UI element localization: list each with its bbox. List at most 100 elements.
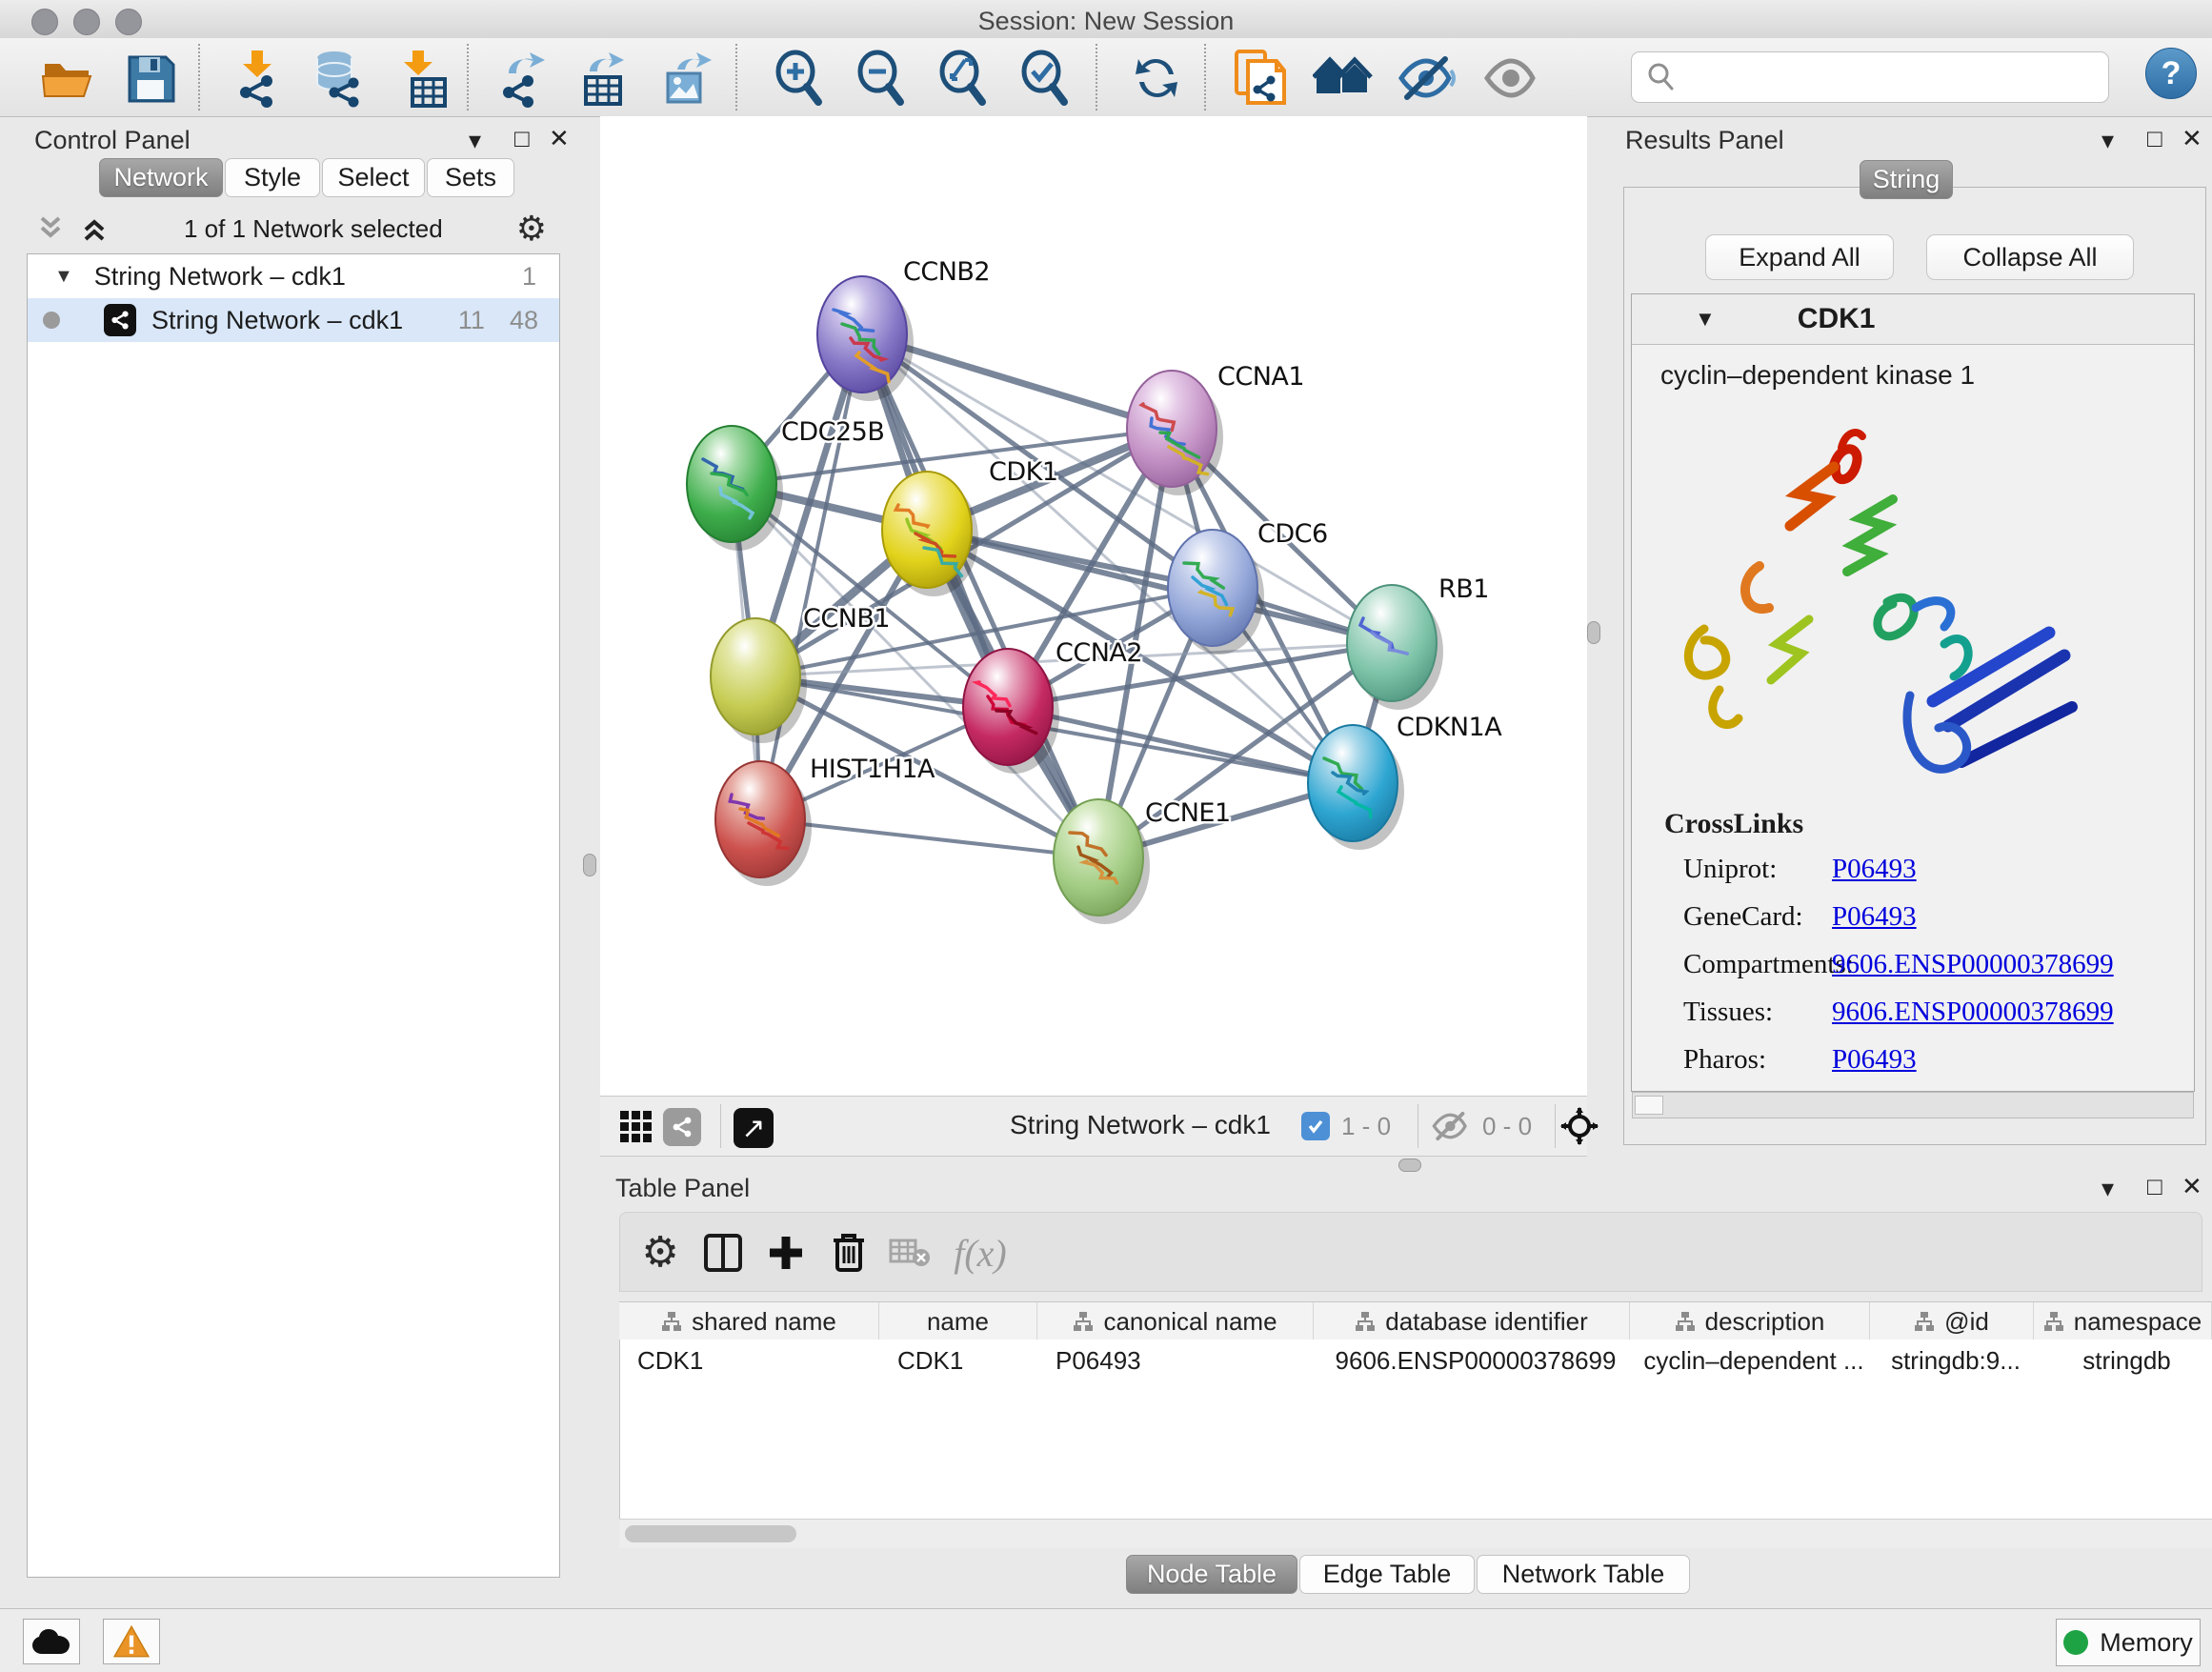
results-scrollbar[interactable] — [1632, 1092, 2194, 1118]
table-scrollbar-thumb[interactable] — [625, 1525, 796, 1542]
table-row[interactable]: CDK1CDK1P064939606.ENSP00000378699cyclin… — [620, 1340, 2212, 1381]
zoom-in-button[interactable] — [768, 48, 829, 109]
table-settings-button[interactable]: ⚙ — [633, 1226, 687, 1279]
hidden-eye-slash-icon[interactable] — [1431, 1110, 1471, 1142]
warnings-button[interactable] — [103, 1619, 160, 1664]
tab-select[interactable]: Select — [322, 158, 425, 197]
save-session-button[interactable] — [120, 48, 181, 109]
table-cell[interactable]: stringdb:9... — [1871, 1346, 2035, 1376]
table-cell[interactable]: CDK1 — [620, 1346, 880, 1376]
delete-table-button[interactable] — [883, 1226, 936, 1279]
node-CCNA1[interactable]: CCNA1 — [1127, 362, 1304, 495]
collection-disclosure-icon[interactable]: ▼ — [54, 266, 73, 288]
results-scrollbar-thumb[interactable] — [1635, 1096, 1663, 1115]
delete-column-button[interactable] — [822, 1226, 875, 1279]
collapse-all-networks-icon[interactable] — [34, 214, 67, 243]
tab-network-table[interactable]: Network Table — [1477, 1555, 1690, 1594]
table-cell[interactable]: 9606.ENSP00000378699 — [1315, 1346, 1631, 1376]
grid-view-icon[interactable] — [619, 1110, 654, 1144]
node-CCNB2[interactable]: CCNB2 — [817, 257, 990, 401]
collapse-all-button[interactable]: Collapse All — [1926, 234, 2134, 280]
gene-header[interactable]: ▼ CDK1 — [1632, 294, 2194, 345]
column-header-canonical-name[interactable]: canonical name — [1037, 1302, 1314, 1340]
control-panel-close-icon[interactable]: ✕ — [549, 126, 570, 151]
control-panel-menu-icon[interactable]: ▾ — [469, 128, 481, 152]
right-splitter-handle[interactable] — [1587, 621, 1600, 644]
results-panel-close-icon[interactable]: ✕ — [2182, 126, 2202, 151]
node-RB1[interactable]: RB1 — [1347, 574, 1489, 710]
show-all-button[interactable] — [1480, 48, 1541, 109]
tab-style[interactable]: Style — [225, 158, 320, 197]
table-panel-close-icon[interactable]: ✕ — [2182, 1174, 2202, 1199]
control-panel-float-icon[interactable]: □ — [514, 126, 530, 151]
table-scrollbar[interactable] — [619, 1519, 2212, 1548]
apply-layout-button[interactable] — [1126, 48, 1187, 109]
crosslink-link[interactable]: P06493 — [1832, 901, 1917, 933]
network-collection-row[interactable]: ▼ String Network – cdk1 1 — [28, 254, 559, 298]
function-builder-button[interactable]: f(x) — [940, 1226, 1020, 1279]
column-header-namespace[interactable]: namespace — [2034, 1302, 2212, 1340]
open-session-button[interactable] — [36, 48, 97, 109]
node-HIST1H1A[interactable]: HIST1H1A — [715, 755, 935, 886]
node-CDC6[interactable]: CDC6 — [1168, 519, 1328, 655]
node-CDKN1A[interactable]: CDKN1A — [1308, 713, 1502, 850]
tab-edge-table[interactable]: Edge Table — [1299, 1555, 1475, 1594]
table-cell[interactable]: stringdb — [2035, 1346, 2212, 1376]
crosslink-link[interactable]: 9606.ENSP00000378699 — [1832, 949, 2114, 980]
string-copy-network-button[interactable] — [1229, 48, 1290, 109]
cloud-status-button[interactable] — [23, 1619, 80, 1664]
tab-sets[interactable]: Sets — [427, 158, 514, 197]
export-image-button[interactable] — [657, 48, 718, 109]
first-neighbors-button[interactable] — [1313, 48, 1374, 109]
left-splitter-handle[interactable] — [583, 854, 596, 876]
detach-view-icon[interactable]: ↗ — [734, 1108, 774, 1148]
export-table-button[interactable] — [575, 48, 636, 109]
import-network-database-button[interactable] — [307, 48, 368, 109]
column-header-description[interactable]: description — [1630, 1302, 1870, 1340]
node-ball-CCNB2[interactable] — [817, 276, 907, 393]
crosslink-link[interactable]: P06493 — [1832, 854, 1917, 885]
node-ball-CDKN1A[interactable] — [1308, 725, 1398, 841]
export-network-button[interactable] — [493, 48, 554, 109]
node-CDC25B[interactable]: CDC25B — [687, 417, 884, 551]
import-table-file-button[interactable] — [391, 48, 452, 109]
table-panel-float-icon[interactable]: □ — [2147, 1174, 2162, 1199]
selected-checkbox-icon[interactable] — [1301, 1112, 1330, 1140]
help-button[interactable]: ? — [2145, 48, 2197, 99]
table-cell[interactable]: cyclin–dependent ... — [1631, 1346, 1871, 1376]
column-header-shared-name[interactable]: shared name — [619, 1302, 879, 1340]
node-CCNE1[interactable]: CCNE1 — [1054, 798, 1231, 924]
import-network-file-button[interactable] — [227, 48, 288, 109]
expand-all-networks-icon[interactable] — [78, 214, 111, 243]
expand-all-button[interactable]: Expand All — [1705, 234, 1894, 280]
search-input[interactable] — [1689, 62, 2097, 93]
table-cell[interactable]: CDK1 — [880, 1346, 1038, 1376]
crosslink-link[interactable]: P06493 — [1832, 1044, 1917, 1076]
table-panel-menu-icon[interactable]: ▾ — [2101, 1176, 2114, 1200]
column-header-database-identifier[interactable]: database identifier — [1314, 1302, 1630, 1340]
network-view-share-icon[interactable] — [663, 1108, 701, 1146]
results-panel-float-icon[interactable]: □ — [2147, 126, 2162, 151]
search-field[interactable] — [1631, 51, 2109, 103]
memory-button[interactable]: Memory — [2056, 1619, 2201, 1666]
network-row[interactable]: String Network – cdk1 11 48 — [28, 298, 559, 342]
tab-network[interactable]: Network — [99, 158, 223, 197]
show-columns-button[interactable] — [696, 1226, 750, 1279]
node-ball-CCNE1[interactable] — [1054, 799, 1143, 916]
column-header-@id[interactable]: @id — [1870, 1302, 2034, 1340]
zoom-fit-button[interactable] — [932, 48, 993, 109]
bottom-splitter-handle[interactable] — [1398, 1158, 1421, 1172]
hide-selected-button[interactable] — [1397, 48, 1458, 109]
add-column-button[interactable] — [759, 1226, 813, 1279]
crosslink-link[interactable]: 9606.ENSP00000378699 — [1832, 997, 2114, 1028]
node-ball-CCNA2[interactable] — [963, 649, 1053, 765]
column-header-name[interactable]: name — [879, 1302, 1037, 1340]
gene-disclosure-icon[interactable]: ▼ — [1695, 307, 1716, 332]
network-canvas[interactable]: CCNB2CCNA1CDC25BCDK1CDC6RB1CCNB1CCNA2CDK… — [600, 116, 1587, 1096]
tab-string[interactable]: String — [1860, 160, 1953, 199]
network-options-gear-icon[interactable]: ⚙ — [516, 211, 547, 247]
tab-node-table[interactable]: Node Table — [1126, 1555, 1297, 1594]
table-cell[interactable]: P06493 — [1038, 1346, 1315, 1376]
node-ball-CCNB1[interactable] — [711, 618, 800, 735]
results-panel-menu-icon[interactable]: ▾ — [2101, 128, 2114, 152]
